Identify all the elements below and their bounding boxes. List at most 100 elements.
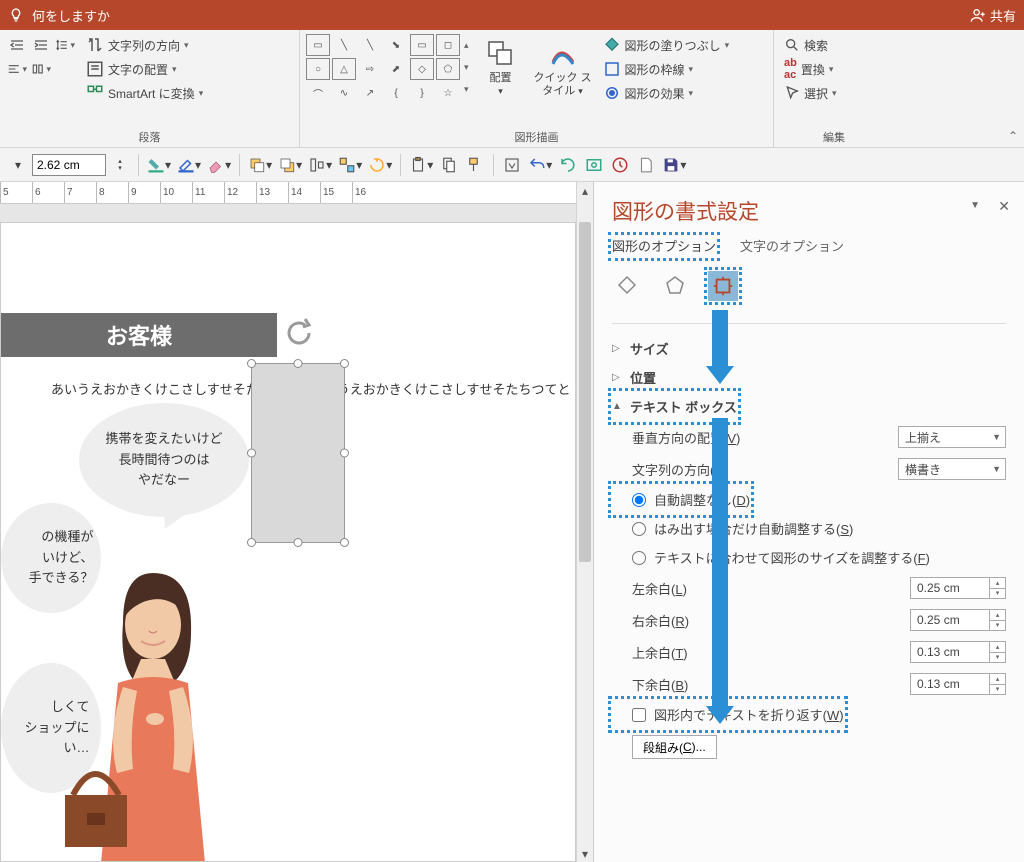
ruler-ticks: 5 6 7 8 9 10 11 12 13 14 15 16 xyxy=(0,182,576,203)
text-direction-icon xyxy=(86,36,104,54)
autofit-shrink-radio[interactable]: テキストに合わせて図形のサイズを調整する(F) xyxy=(612,543,1006,572)
fill-icon xyxy=(603,36,621,54)
eraser-button[interactable]: ▾ xyxy=(205,153,233,177)
vertical-align-select[interactable]: 上揃え▼ xyxy=(898,426,1006,448)
pane-close-button[interactable]: ✕ xyxy=(998,198,1010,215)
shapes-gallery[interactable]: ▭╲╲⬊▭◻ ○△⇨⬈◇⬠ ⌒∿↗{}☆ xyxy=(306,34,460,104)
send-backward-button[interactable]: ▾ xyxy=(276,153,304,177)
new-file-button[interactable] xyxy=(634,153,658,177)
replace-button[interactable]: abac 置換▾ xyxy=(780,58,841,80)
align-button[interactable] xyxy=(6,58,28,80)
tab-text-options[interactable]: 文字のオプション xyxy=(740,236,844,257)
autofit-shrink-input[interactable] xyxy=(632,551,646,565)
tell-me-search[interactable]: 何をしますか xyxy=(8,6,110,25)
shape-fill-button[interactable]: 図形の塗りつぶし▾ xyxy=(599,34,734,56)
size-properties-tab[interactable] xyxy=(708,271,738,301)
text-align-icon xyxy=(86,60,104,78)
clock-button[interactable] xyxy=(608,153,632,177)
canvas-area: 5 6 7 8 9 10 11 12 13 14 15 16 お客様 あいうえお… xyxy=(0,182,594,862)
section-size[interactable]: ▷サイズ xyxy=(612,334,1006,363)
slide[interactable]: お客様 あいうえおかきくけこさしすせそたちつてとあいうえおかきくけこさしすせそた… xyxy=(0,222,576,862)
vertical-scrollbar[interactable]: ▴ ▾ xyxy=(576,182,593,862)
margin-top-row: 上余白(T) 0.13 cm▴▾ xyxy=(612,636,1006,668)
resize-handle[interactable] xyxy=(340,538,349,547)
woman-illustration[interactable] xyxy=(63,563,233,862)
scroll-down-button[interactable]: ▾ xyxy=(577,845,593,862)
shape-size-input[interactable] xyxy=(32,154,106,176)
text-direction-button[interactable]: 文字列の方向▾ xyxy=(82,34,207,56)
effects-tab[interactable] xyxy=(660,271,690,301)
autofit-overflow-input[interactable] xyxy=(632,522,646,536)
margin-right-spinner[interactable]: 0.25 cm▴▾ xyxy=(910,609,1006,631)
resize-handle[interactable] xyxy=(294,359,303,368)
resize-handle[interactable] xyxy=(247,449,256,458)
increase-indent-button[interactable] xyxy=(30,34,52,56)
resize-handle[interactable] xyxy=(340,359,349,368)
shape-outline-button[interactable]: 図形の枠線▾ xyxy=(599,58,734,80)
fill-line-tab[interactable] xyxy=(612,271,642,301)
quick-styles-button[interactable]: クイック スタイル ▾ xyxy=(533,34,593,98)
decrease-indent-button[interactable] xyxy=(6,34,28,56)
gallery-more-button[interactable]: ▾ xyxy=(464,84,469,95)
scroll-thumb[interactable] xyxy=(579,222,591,562)
columns-button[interactable]: 段組み(C)... xyxy=(632,735,717,759)
titlebar: 何をしますか 共有 xyxy=(0,0,1024,30)
margin-top-spinner[interactable]: 0.13 cm▴▾ xyxy=(910,641,1006,663)
align-objects-button[interactable]: ▾ xyxy=(306,153,334,177)
speech-bubble-1[interactable]: 携帯を変えたいけど 長時間待つのは やだなー xyxy=(79,403,249,517)
line-spacing-button[interactable] xyxy=(54,34,76,56)
fill-color-button[interactable]: ▾ xyxy=(145,153,173,177)
collapse-ribbon-button[interactable]: ⌃ xyxy=(1008,129,1018,143)
height-stepper-down[interactable]: ▾ xyxy=(6,153,30,177)
save-button[interactable]: ▾ xyxy=(660,153,688,177)
select-button[interactable]: 選択▾ xyxy=(780,82,841,104)
outline-color-button[interactable]: ▾ xyxy=(175,153,203,177)
smartart-button[interactable]: SmartArt に変換▾ xyxy=(82,82,207,104)
share-button[interactable]: 共有 xyxy=(970,6,1016,25)
text-direction-select[interactable]: 横書き▼ xyxy=(898,458,1006,480)
arrange-icon xyxy=(485,38,517,70)
text-direction-row: 文字列の方向(X) 横書き▼ xyxy=(612,453,1006,485)
margin-bottom-spinner[interactable]: 0.13 cm▴▾ xyxy=(910,673,1006,695)
ribbon-group-paragraph: 文字列の方向▾ 文字の配置▾ SmartArt に変換▾ 段落 xyxy=(0,30,300,147)
format-painter-button[interactable] xyxy=(463,153,487,177)
columns-button[interactable] xyxy=(30,58,52,80)
text-align-button[interactable]: 文字の配置▾ xyxy=(82,58,207,80)
paste-button[interactable]: ▾ xyxy=(407,153,435,177)
margin-left-spinner[interactable]: 0.25 cm▴▾ xyxy=(910,577,1006,599)
resize-handle[interactable] xyxy=(340,449,349,458)
ribbon: 文字列の方向▾ 文字の配置▾ SmartArt に変換▾ 段落 ▭╲╲⬊▭◻ ○… xyxy=(0,30,1024,148)
resize-handle[interactable] xyxy=(247,359,256,368)
gallery-up-button[interactable]: ▴ xyxy=(464,40,469,51)
autofit-none-input[interactable] xyxy=(632,493,646,507)
bring-forward-button[interactable]: ▾ xyxy=(246,153,274,177)
slide-header[interactable]: お客様 xyxy=(1,313,277,357)
size-stepper[interactable]: ▴▾ xyxy=(108,153,132,177)
tutorial-arrow xyxy=(712,310,728,368)
margin-left-row: 左余白(L) 0.25 cm▴▾ xyxy=(612,572,1006,604)
selection-pane-button[interactable] xyxy=(500,153,524,177)
undo-button[interactable]: ▾ xyxy=(526,153,554,177)
copy-button[interactable] xyxy=(437,153,461,177)
autofit-none-radio[interactable]: 自動調整なし(D) xyxy=(612,485,750,514)
redo-button[interactable] xyxy=(556,153,580,177)
wrap-text-input[interactable] xyxy=(632,708,646,722)
pane-menu-button[interactable]: ▼ xyxy=(970,200,980,211)
selected-shape[interactable] xyxy=(251,363,345,543)
autofit-overflow-radio[interactable]: はみ出す場合だけ自動調整する(S) xyxy=(612,514,1006,543)
scroll-up-button[interactable]: ▴ xyxy=(577,182,593,199)
gallery-down-button[interactable]: ▾ xyxy=(464,62,469,73)
arrange-button[interactable]: 配置▾ xyxy=(475,34,527,98)
rotate-button[interactable]: ▾ xyxy=(366,153,394,177)
resize-handle[interactable] xyxy=(247,538,256,547)
tab-shape-options[interactable]: 図形のオプション xyxy=(612,236,716,257)
rotate-handle-icon[interactable] xyxy=(283,317,315,349)
preview-button[interactable] xyxy=(582,153,606,177)
group-button[interactable]: ▾ xyxy=(336,153,364,177)
resize-handle[interactable] xyxy=(294,538,303,547)
margin-right-row: 右余白(R) 0.25 cm▴▾ xyxy=(612,604,1006,636)
shape-effects-button[interactable]: 図形の効果▾ xyxy=(599,82,734,104)
find-button[interactable]: 検索 xyxy=(780,34,841,56)
section-position[interactable]: ▷位置 xyxy=(612,363,1006,392)
section-text-box[interactable]: ▲テキスト ボックス xyxy=(612,392,737,421)
